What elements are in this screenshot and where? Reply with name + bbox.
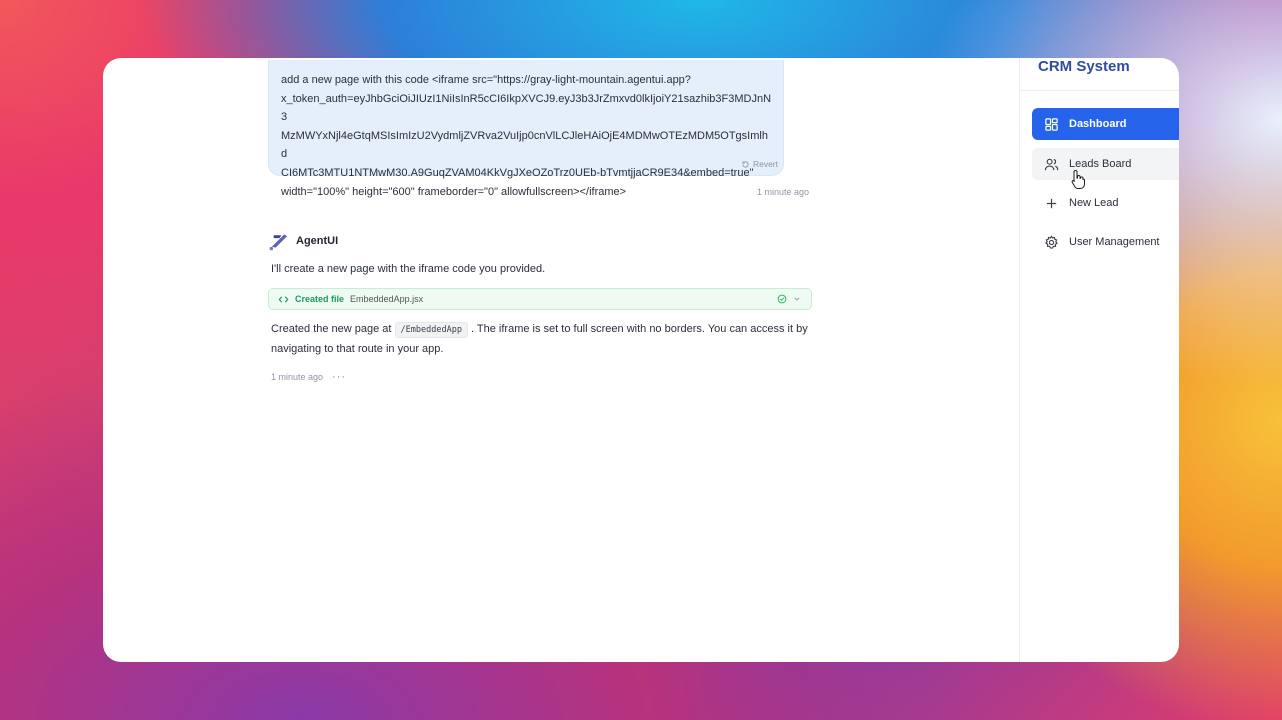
brand-title: CRM System: [1038, 58, 1130, 75]
sidebar-item-new-lead[interactable]: New Lead: [1032, 187, 1179, 219]
app-window: add a new page with this code <iframe sr…: [103, 58, 1179, 662]
layout-grid-icon: [1045, 117, 1058, 131]
agent-intro-text: I'll create a new page with the iframe c…: [271, 263, 546, 275]
sidebar-item-leads-board[interactable]: Leads Board: [1032, 148, 1179, 180]
sidebar-item-label: User Management: [1069, 236, 1160, 248]
chevron-down-icon[interactable]: [792, 294, 802, 304]
file-status-label: Created file: [295, 294, 345, 304]
plus-icon: [1046, 198, 1057, 208]
sidebar: CRM System Dashboard Leads Board New Lea…: [1019, 58, 1179, 662]
sidebar-item-user-management[interactable]: User Management: [1032, 226, 1179, 258]
agent-message-footer: 1 minute ago ···: [271, 371, 346, 382]
sidebar-divider: [1020, 90, 1179, 91]
agent-text-before: Created the new page at: [271, 323, 395, 335]
agent-header: AgentUI: [268, 231, 338, 251]
gear-icon: [1045, 234, 1058, 249]
chat-panel: add a new page with this code <iframe sr…: [103, 58, 1019, 662]
check-circle-icon: [777, 294, 787, 304]
revert-icon: [742, 160, 749, 168]
code-icon: [278, 295, 289, 303]
user-message-bubble: add a new page with this code <iframe sr…: [268, 60, 784, 198]
agent-message-timestamp: 1 minute ago: [271, 372, 324, 382]
file-card-actions: [777, 294, 802, 304]
route-code-chip: /EmbeddedApp: [394, 322, 468, 338]
agent-name: AgentUI: [296, 235, 339, 247]
more-options-button[interactable]: ···: [332, 371, 346, 382]
sidebar-item-label: Dashboard: [1069, 118, 1127, 130]
hand-pointer-cursor-icon: [1071, 169, 1085, 189]
user-message-text: add a new page with this code <iframe sr…: [281, 74, 772, 198]
file-name: EmbeddedApp.jsx: [350, 294, 424, 304]
revert-button[interactable]: Revert: [741, 159, 778, 169]
agentui-logo-icon: [269, 234, 288, 251]
revert-label: Revert: [752, 159, 778, 169]
created-file-card[interactable]: Created file EmbeddedApp.jsx: [268, 288, 812, 310]
sidebar-item-label: New Lead: [1069, 197, 1119, 209]
sidebar-item-dashboard[interactable]: Dashboard: [1032, 108, 1179, 140]
agent-response-text: Created the new page at /EmbeddedApp . T…: [271, 320, 811, 359]
user-message-timestamp: 1 minute ago: [757, 187, 810, 197]
users-icon: [1044, 158, 1059, 170]
